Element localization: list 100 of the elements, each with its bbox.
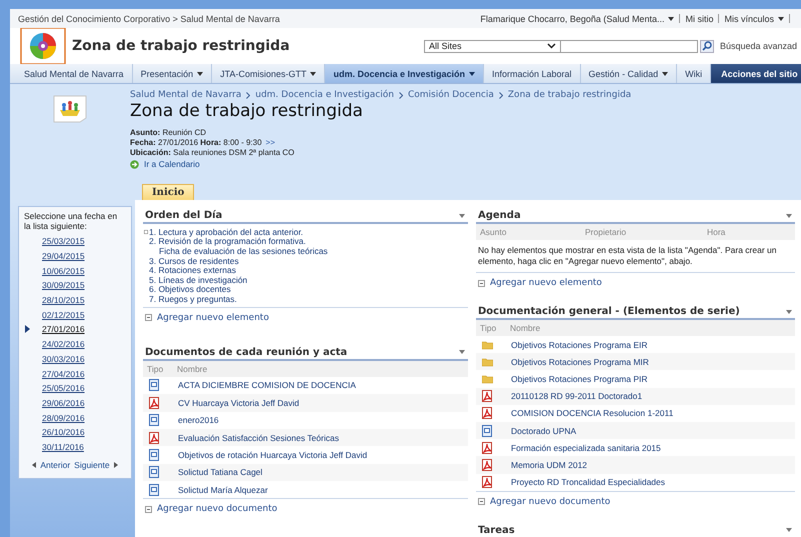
word-document-icon <box>149 466 160 478</box>
document-link[interactable]: Solictud Tatiana Cagel <box>178 467 262 478</box>
pdf-document-icon <box>149 396 160 409</box>
top-link[interactable]: Mi sitio <box>685 14 714 24</box>
agenda-item: 7. Ruegos y preguntas. <box>149 294 237 304</box>
chevron-icon <box>498 92 503 98</box>
pdf-document-icon <box>482 476 493 488</box>
webpart-menu-icon[interactable] <box>786 310 792 314</box>
date-link[interactable]: 26/10/2016 <box>42 427 85 438</box>
breadcrumb-link[interactable]: Comisión Docencia <box>408 90 494 100</box>
date-link[interactable]: 28/09/2016 <box>42 412 85 423</box>
document-link[interactable]: Doctorado UPNA <box>510 426 576 436</box>
add-icon <box>145 314 152 322</box>
nav-tab[interactable]: udm. Docencia e Investigación <box>325 64 484 83</box>
breadcrumb-link[interactable]: Salud Mental de Navarra <box>130 90 242 100</box>
search-button[interactable] <box>700 40 714 52</box>
nav-tab[interactable]: Gestión - Calidad <box>580 64 678 83</box>
breadcrumb-link[interactable]: Zona de trabajo restringida <box>508 90 632 100</box>
date-link[interactable]: 30/09/2015 <box>42 280 85 290</box>
date-link[interactable]: 02/12/2015 <box>42 310 85 320</box>
document-link[interactable]: Solictud María Alquezar <box>178 484 268 495</box>
date-link[interactable]: 24/02/2016 <box>42 339 85 350</box>
document-link[interactable]: Evaluación Satisfacción Sesiones Teóricas <box>178 432 339 443</box>
site-actions-button[interactable]: Acciones del sitio <box>711 64 801 83</box>
document-link[interactable]: Objetivos de rotación Huarcaya Victoria Jeff David <box>178 450 368 460</box>
date-link[interactable]: 27/01/2016 <box>42 324 85 334</box>
date-link[interactable]: 30/11/2016 <box>42 442 84 452</box>
pdf-document-icon <box>149 432 160 444</box>
webpart-title: Tareas <box>478 524 515 536</box>
pdf-document-icon <box>482 407 493 420</box>
document-link[interactable]: Memoria UDM 2012 <box>510 460 588 470</box>
nav-tab[interactable]: Salud Mental de Navarra <box>16 64 133 83</box>
agenda-item: 1. Lectura y aprobación del acta anterior. <box>149 226 304 237</box>
agenda-item: 4. Rotaciones externas <box>149 265 236 276</box>
document-link[interactable]: COMISION DOCENCIA Resolucion 1-2011 <box>510 408 674 418</box>
folder-icon <box>482 372 493 385</box>
document-link[interactable]: Objetivos Rotaciones Programa EIR <box>510 340 648 350</box>
breadcrumb-link[interactable]: udm. Docencia e Investigación <box>255 90 394 100</box>
pdf-document-icon <box>482 458 493 471</box>
webpart-menu-icon[interactable] <box>458 214 465 218</box>
date-link[interactable]: 29/06/2016 <box>42 398 85 408</box>
caret-icon <box>778 16 784 20</box>
next-link[interactable]: Siguiente <box>74 460 110 470</box>
search-scope-dropdown[interactable]: All Sites <box>424 40 561 52</box>
webpart-menu-icon[interactable] <box>458 350 465 354</box>
user-menu[interactable]: Flamarique Chocarro, Begoña (Salud Menta... <box>480 14 664 24</box>
document-link[interactable]: Proyecto RD Troncalidad Especialidades <box>510 477 666 488</box>
page-tab[interactable]: Inicio <box>142 184 194 200</box>
nav-tab[interactable]: Presentación <box>132 64 212 83</box>
document-link[interactable]: Objetivos Rotaciones Programa PIR <box>510 374 648 384</box>
folder-icon <box>482 338 493 351</box>
date-link[interactable]: 28/10/2015 <box>42 295 85 306</box>
add-icon <box>145 506 152 513</box>
previous-link[interactable]: Anterior <box>40 460 70 470</box>
add-link[interactable]: Agregar nuevo elemento <box>157 312 269 323</box>
collapse-icon[interactable] <box>144 230 148 234</box>
webpart-title: Agenda <box>478 210 521 221</box>
date-link[interactable]: 30/03/2016 <box>42 354 85 364</box>
next-arrow-icon <box>114 462 118 468</box>
caret-icon <box>668 16 674 20</box>
calendar-link[interactable]: Ir a Calendario <box>144 159 200 169</box>
add-link[interactable]: Agregar nuevo documento <box>490 496 610 507</box>
nav-tab[interactable]: Información Laboral <box>484 64 581 83</box>
search-icon <box>702 41 712 51</box>
global-breadcrumb[interactable]: Gestión del Conocimiento Corporativo > Salud Mental de Navarra <box>18 14 480 24</box>
webpart-title: Documentos de cada reunión y acta <box>145 346 348 358</box>
webpart-title: Orden del Día <box>145 210 222 221</box>
webpart-menu-icon[interactable] <box>786 528 792 532</box>
agenda-item: 3. Cursos de residentes <box>149 256 239 266</box>
add-link[interactable]: Agregar nuevo documento <box>157 504 278 514</box>
advanced-search-link[interactable]: Búsqueda avanzad <box>720 41 798 51</box>
pdf-document-icon <box>482 390 493 402</box>
add-icon <box>478 498 485 506</box>
document-link[interactable]: CV Huarcaya Victoria Jeff David <box>178 398 300 408</box>
document-link[interactable]: ACTA DICIEMBRE COMISION DE DOCENCIA <box>178 380 356 390</box>
date-link[interactable]: 29/04/2015 <box>42 251 85 262</box>
word-document-icon <box>482 424 493 437</box>
previous-arrow-icon <box>32 462 36 468</box>
webpart-menu-icon[interactable] <box>786 214 792 218</box>
meeting-location: Ubicación: Sala reuniones DSM 2ª planta CO <box>130 148 294 158</box>
word-document-icon <box>149 414 160 426</box>
top-link[interactable]: Mis vínculos <box>724 14 774 24</box>
document-link[interactable]: Formación especializada sanitaria 2015 <box>510 442 661 453</box>
folder-icon <box>482 356 493 368</box>
document-link[interactable]: enero2016 <box>178 415 219 426</box>
agenda-item: 2. Revisión de la programación formativa. <box>149 236 306 246</box>
chevron-icon <box>246 92 250 98</box>
document-link[interactable]: 20110128 RD 99-2011 Doctorado1 <box>510 391 642 402</box>
document-link[interactable]: Objetivos Rotaciones Programa MIR <box>510 356 649 367</box>
date-link[interactable]: 25/03/2015 <box>42 236 85 246</box>
date-link[interactable]: 25/05/2016 <box>42 383 85 394</box>
add-link[interactable]: Agregar nuevo elemento <box>490 278 602 288</box>
word-document-icon <box>149 449 160 461</box>
date-link[interactable]: 10/06/2015 <box>42 266 85 276</box>
site-title: Zona de trabajo restringida <box>72 38 291 54</box>
more-link[interactable]: >> <box>266 138 275 148</box>
date-link[interactable]: 27/04/2016 <box>42 368 85 379</box>
search-field[interactable] <box>561 40 698 52</box>
webpart-title: Documentación general - (Elementos de serie) <box>478 306 740 317</box>
page-title: Zona de trabajo restringida <box>130 101 364 121</box>
